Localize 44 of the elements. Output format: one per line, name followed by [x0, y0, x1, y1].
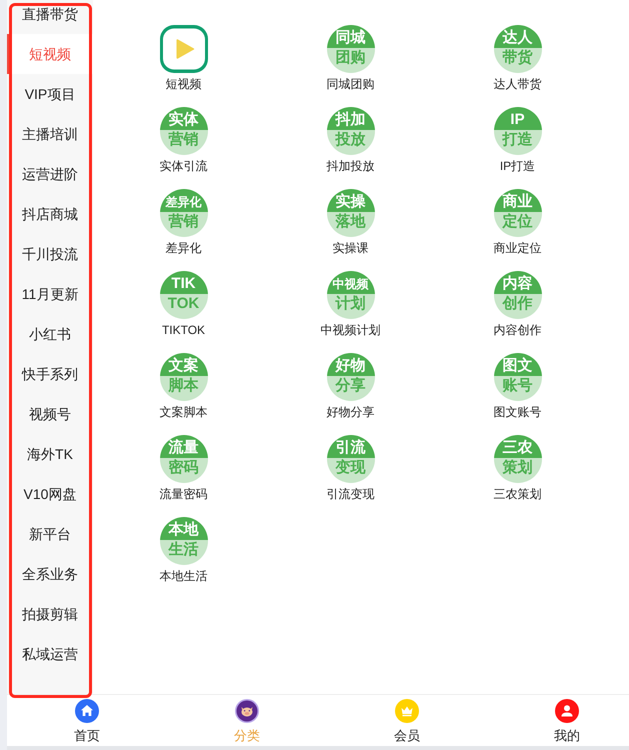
sidebar-item[interactable]: 小红书	[7, 314, 93, 354]
category-label[interactable]: 差异化	[166, 240, 202, 256]
category-label[interactable]: 文案脚本	[160, 404, 208, 420]
sidebar-item[interactable]: 新平台	[7, 514, 93, 554]
category-label[interactable]: 实体引流	[160, 158, 208, 174]
sidebar-item[interactable]: 视频号	[7, 394, 93, 434]
sidebar-item[interactable]: V10网盘	[7, 474, 93, 514]
sidebar-item[interactable]: 千川投流	[7, 234, 93, 274]
category-label[interactable]: TIKTOK	[162, 322, 206, 338]
nav-tab[interactable]: 首页	[7, 695, 167, 746]
category-label[interactable]: 达人带货	[494, 76, 542, 92]
category-label[interactable]: IP打造	[500, 158, 536, 174]
category-label[interactable]: 抖加投放	[326, 158, 374, 174]
sidebar-item[interactable]: VIP项目	[7, 74, 93, 114]
category-label[interactable]: 好物分享	[326, 404, 374, 420]
sidebar-item[interactable]: 短视频	[7, 34, 93, 74]
category-label[interactable]: 同城团购	[326, 76, 374, 92]
category-label[interactable]: 三农策划	[494, 486, 542, 502]
nav-tab[interactable]: 我的	[487, 695, 629, 746]
category-label[interactable]: 短视频	[166, 76, 202, 92]
animal-face-icon	[235, 699, 259, 723]
category-label[interactable]: 引流变现	[326, 486, 374, 502]
sidebar-item[interactable]: 运营进阶	[7, 154, 93, 194]
sidebar-item[interactable]: 拍摄剪辑	[7, 594, 93, 634]
sidebar-item[interactable]: 抖店商城	[7, 194, 93, 234]
user-icon	[555, 699, 579, 723]
play-icon[interactable]	[160, 25, 208, 73]
home-icon	[75, 699, 99, 723]
category-label[interactable]: 商业定位	[494, 240, 542, 256]
category-label[interactable]: 本地生活	[160, 568, 208, 584]
category-label[interactable]: 实操课	[332, 240, 368, 256]
sidebar-item[interactable]: 海外TK	[7, 434, 93, 474]
sidebar-item[interactable]: 全系业务	[7, 554, 93, 594]
sidebar-item[interactable]: 11月更新	[7, 274, 93, 314]
sidebar-item[interactable]: 主播培训	[7, 114, 93, 154]
category-label[interactable]: 流量密码	[160, 486, 208, 502]
nav-tab[interactable]: 会员	[327, 695, 487, 746]
sidebar-item[interactable]: 私域运营	[7, 634, 93, 674]
sidebar-item[interactable]: 直播带货	[7, 0, 93, 34]
category-label[interactable]: 中视频计划	[320, 322, 380, 338]
category-label[interactable]: 内容创作	[494, 322, 542, 338]
sidebar-item[interactable]: 快手系列	[7, 354, 93, 394]
crown-icon	[395, 699, 419, 723]
category-label[interactable]: 图文账号	[494, 404, 542, 420]
